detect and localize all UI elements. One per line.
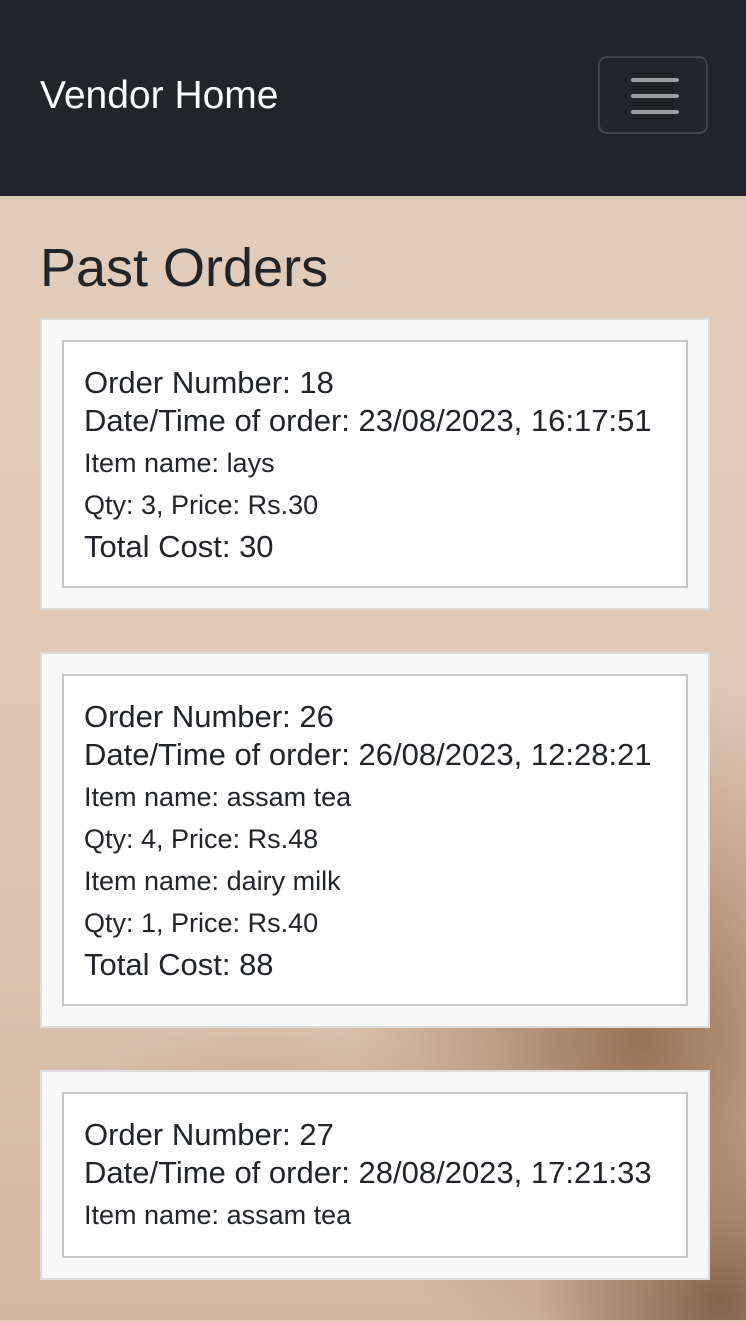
order-items: Item name: assam tea Qty: 4, Price: Rs.48…	[84, 776, 666, 944]
order-number: Order Number: 26	[84, 699, 334, 734]
item-name: Item name: lays	[84, 448, 275, 478]
item-name: Item name: assam tea	[84, 782, 352, 812]
item-qty-price: Qty: 4, Price: Rs.48	[84, 824, 319, 854]
item-qty-price: Qty: 3, Price: Rs.30	[84, 490, 319, 520]
order-number: Order Number: 27	[84, 1117, 334, 1152]
order-card: Order Number: 18 Date/Time of order: 23/0…	[40, 318, 710, 610]
order-details: Order Number: 27 Date/Time of order: 28/0…	[62, 1092, 688, 1258]
navbar-toggler-button[interactable]	[598, 56, 708, 134]
order-details: Order Number: 26 Date/Time of order: 26/0…	[62, 674, 688, 1006]
item-qty-price: Qty: 1, Price: Rs.40	[84, 908, 319, 938]
item-name: Item name: assam tea	[84, 1200, 352, 1230]
order-details: Order Number: 18 Date/Time of order: 23/0…	[62, 340, 688, 588]
item-name: Item name: dairy milk	[84, 866, 341, 896]
order-total-cost: Total Cost: 30	[84, 529, 274, 564]
order-datetime: Date/Time of order: 23/08/2023, 16:17:51	[84, 403, 652, 438]
orders-list: Order Number: 18 Date/Time of order: 23/0…	[40, 318, 710, 1322]
order-items: Item name: lays Qty: 3, Price: Rs.30	[84, 442, 666, 526]
navbar-brand[interactable]: Vendor Home	[40, 72, 278, 120]
order-card: Order Number: 26 Date/Time of order: 26/0…	[40, 652, 710, 1028]
order-datetime: Date/Time of order: 26/08/2023, 12:28:21	[84, 737, 652, 772]
order-items: Item name: assam tea	[84, 1194, 666, 1236]
navbar: Vendor Home	[0, 0, 746, 196]
order-datetime: Date/Time of order: 28/08/2023, 17:21:33	[84, 1155, 652, 1190]
order-total-cost: Total Cost: 88	[84, 947, 274, 982]
order-card: Order Number: 27 Date/Time of order: 28/0…	[40, 1070, 710, 1280]
order-number: Order Number: 18	[84, 365, 334, 400]
page-title: Past Orders	[40, 238, 329, 298]
